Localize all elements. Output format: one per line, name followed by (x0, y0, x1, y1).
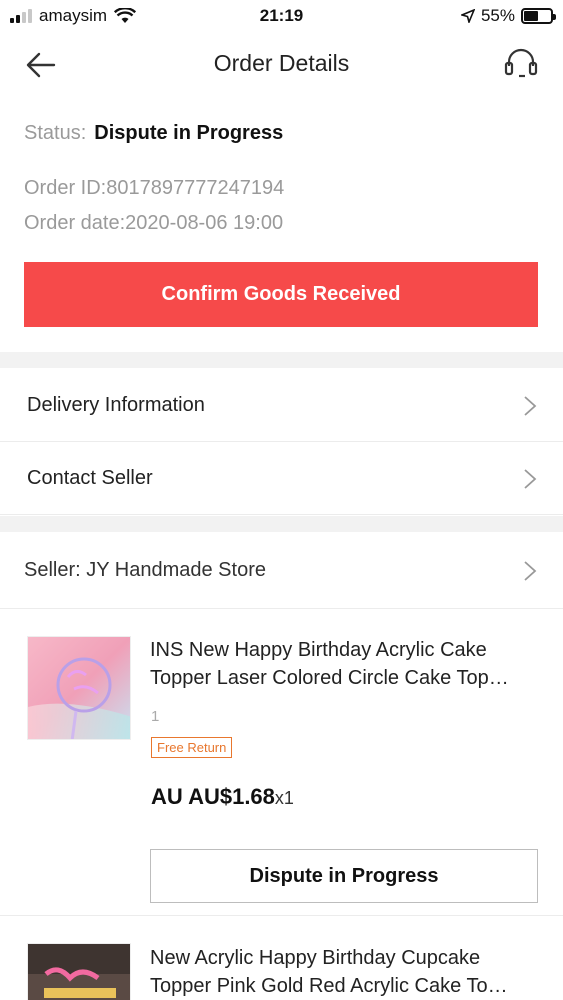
product-sku: 1 (151, 708, 160, 725)
battery-level (524, 11, 539, 21)
dispute-in-progress-button[interactable]: Dispute in Progress (150, 849, 538, 903)
chevron-right-icon (524, 468, 537, 489)
chevron-right-icon (524, 560, 537, 581)
product-item: INS New Happy Birthday Acrylic Cake Topp… (0, 610, 563, 915)
order-date: Order date:2020-08-06 19:00 (24, 212, 284, 234)
contact-seller-label: Contact Seller (27, 467, 153, 489)
status-bar: amaysim 21:19 55% (0, 0, 563, 34)
product-item: New Acrylic Happy Birthday Cupcake Toppe… (0, 916, 563, 1000)
status-bar-right: 55% (460, 6, 556, 26)
product-title[interactable]: INS New Happy Birthday Acrylic Cake Topp… (150, 636, 540, 692)
seller-name: Seller: JY Handmade Store (24, 559, 266, 581)
location-arrow-icon (460, 9, 475, 23)
order-status: Status: Dispute in Progress (24, 122, 283, 145)
product-image (28, 637, 130, 739)
navigation-bar: Order Details (0, 34, 563, 94)
chevron-right-icon (524, 395, 537, 416)
seller-row[interactable]: Seller: JY Handmade Store (0, 533, 563, 609)
delivery-information-label: Delivery Information (27, 394, 205, 416)
delivery-information-row[interactable]: Delivery Information (0, 370, 563, 442)
contact-seller-row[interactable]: Contact Seller (0, 443, 563, 515)
status-label: Status: (24, 122, 87, 144)
product-thumbnail[interactable] (27, 636, 131, 740)
free-return-badge: Free Return (151, 737, 233, 758)
battery-percent: 55% (480, 6, 515, 25)
product-title[interactable]: New Acrylic Happy Birthday Cupcake Toppe… (150, 944, 540, 1000)
status-value: Dispute in Progress (94, 122, 284, 144)
section-divider (0, 516, 563, 532)
page-title: Order Details (213, 50, 350, 76)
quantity: x1 (274, 788, 294, 808)
product-price: AU AU$1.68x1 (151, 784, 294, 810)
headset-icon[interactable] (503, 46, 539, 82)
order-id: Order ID:8017897777247194 (24, 177, 285, 199)
price-value: AU AU$1.68 (151, 784, 275, 809)
confirm-goods-received-button[interactable]: Confirm Goods Received (24, 262, 538, 327)
battery-icon (521, 8, 556, 24)
section-divider (0, 352, 563, 368)
product-thumbnail[interactable] (27, 943, 131, 1000)
product-image (28, 944, 130, 1000)
